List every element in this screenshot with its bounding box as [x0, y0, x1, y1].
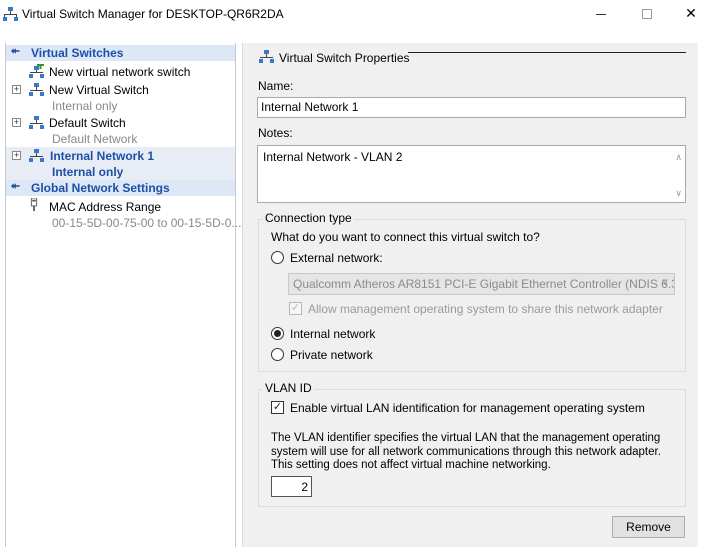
expand-icon[interactable]: + [12, 118, 21, 127]
connection-type-title: Connection type [263, 211, 354, 225]
enable-vlan-checkbox[interactable]: ✓ [271, 401, 284, 414]
sidebar-item-internal-network-1[interactable]: + Internal Network 1 Internal only [6, 147, 235, 180]
global-network-settings-header[interactable]: ⯬ Global Network Settings [6, 180, 235, 196]
network-switch-icon [29, 116, 44, 129]
minimize-button[interactable] [578, 0, 624, 30]
notes-label: Notes: [258, 126, 293, 140]
collapse-icon: ⯬ [11, 45, 20, 57]
name-input[interactable]: Internal Network 1 [257, 97, 686, 118]
scroll-up-icon[interactable]: ∧ [675, 152, 682, 163]
minimize-icon [596, 13, 606, 15]
virtual-switches-label: Virtual Switches [31, 46, 124, 60]
scroll-down-icon[interactable]: ∨ [675, 188, 682, 199]
enable-vlan-label: Enable virtual LAN identification for ma… [290, 401, 645, 415]
virtual-switches-header[interactable]: ⯬ « Virtual Switches [6, 45, 235, 61]
notes-value: Internal Network - VLAN 2 [263, 150, 403, 164]
private-network-label: Private network [290, 348, 373, 362]
network-switch-icon [29, 83, 44, 96]
chevron-down-icon: ∨ [661, 277, 669, 288]
switch-type: Default Network [52, 132, 138, 146]
mac-range-value: 00-15-5D-00-75-00 to 00-15-5D-0... [52, 216, 242, 230]
mac-range-label: MAC Address Range [49, 200, 162, 214]
internal-network-radio[interactable] [271, 327, 284, 340]
remove-button[interactable]: Remove [612, 516, 685, 538]
vlan-id-input[interactable]: 2 [271, 476, 312, 497]
switch-type: Internal only [52, 99, 118, 113]
switch-manager-icon [3, 7, 18, 21]
properties-pane: Virtual Switch Properties Name: Internal… [242, 43, 698, 547]
switch-name: New Virtual Switch [49, 83, 149, 97]
vlan-id-value: 2 [301, 480, 308, 494]
window-title: Virtual Switch Manager for DESKTOP-QR6R2… [22, 7, 284, 21]
switch-name: Default Switch [49, 116, 126, 130]
new-switch-icon [29, 64, 44, 78]
switch-name: Internal Network 1 [50, 149, 155, 163]
maximize-icon [642, 9, 652, 20]
network-adapter-select[interactable]: Qualcomm Atheros AR8151 PCI-E Gigabit Et… [288, 273, 675, 295]
close-icon: ✕ [685, 5, 697, 21]
navigation-pane: ⯬ « Virtual Switches New virtual network… [5, 43, 241, 547]
name-label: Name: [258, 79, 294, 93]
internal-network-label: Internal network [290, 327, 376, 341]
network-switch-icon [259, 50, 274, 63]
sidebar-item-new-switch[interactable]: New virtual network switch [6, 63, 235, 81]
new-switch-label: New virtual network switch [49, 65, 191, 79]
sidebar-item-mac-address-range[interactable]: MAC Address Range 00-15-5D-00-75-00 to 0… [6, 198, 241, 231]
sidebar-item-new-virtual-switch[interactable]: + New Virtual Switch Internal only [6, 81, 235, 114]
private-network-radio[interactable] [271, 348, 284, 361]
external-network-label: External network: [290, 251, 383, 265]
allow-management-label: Allow management operating system to sha… [308, 302, 663, 316]
adapter-value: Qualcomm Atheros AR8151 PCI-E Gigabit Et… [293, 277, 675, 291]
switch-type: Internal only [52, 165, 124, 179]
connection-question: What do you want to connect this virtual… [271, 230, 540, 244]
sidebar-item-default-switch[interactable]: + Default Switch Default Network [6, 114, 235, 147]
expand-icon[interactable]: + [12, 151, 21, 160]
header-divider [408, 52, 686, 53]
name-value: Internal Network 1 [261, 100, 359, 114]
maximize-button[interactable] [624, 0, 670, 30]
vlan-description: The VLAN identifier specifies the virtua… [271, 432, 661, 471]
title-bar: Virtual Switch Manager for DESKTOP-QR6R2… [0, 0, 701, 30]
network-switch-icon [29, 149, 44, 162]
external-network-radio[interactable] [271, 251, 284, 264]
global-settings-label: Global Network Settings [31, 181, 170, 195]
close-button[interactable]: ✕ [668, 0, 701, 30]
collapse-icon: ⯬ [11, 180, 20, 192]
expand-icon[interactable]: + [12, 85, 21, 94]
properties-title: Virtual Switch Properties [279, 51, 410, 65]
mac-address-icon [30, 198, 38, 212]
allow-management-checkbox[interactable]: ✓ [289, 302, 302, 315]
notes-textarea[interactable]: Internal Network - VLAN 2 ∧ ∨ [257, 145, 686, 203]
vlan-id-title: VLAN ID [263, 381, 314, 395]
